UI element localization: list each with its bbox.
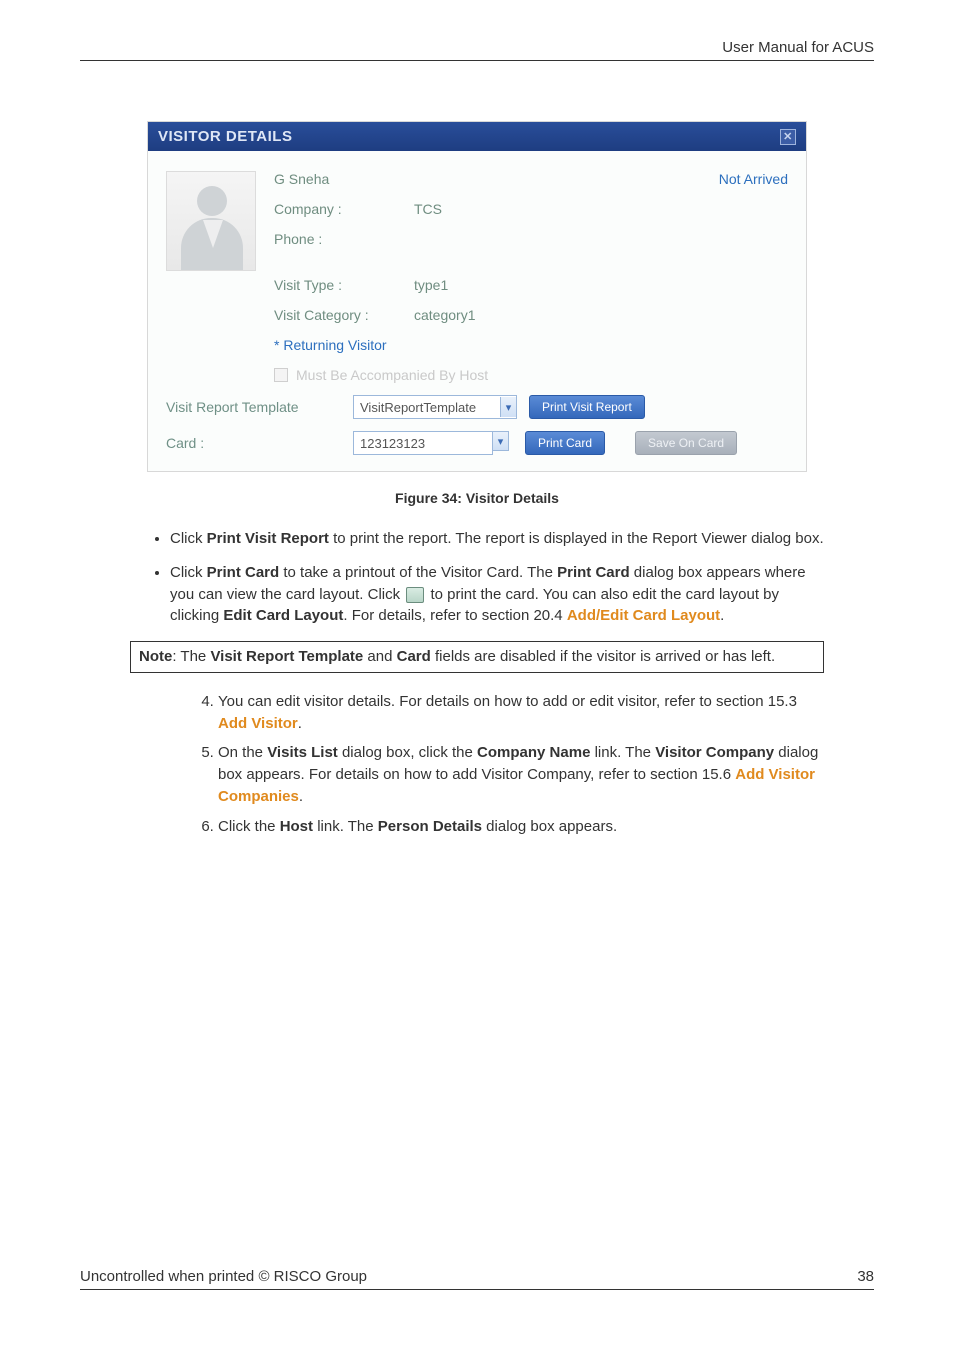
chevron-down-icon[interactable]: ▾ [493,431,509,451]
printer-icon [406,587,424,603]
card-input[interactable]: 123123123 [353,431,493,455]
visitor-details-dialog: VISITOR DETAILS ✕ G Sneha Not Arrived Co… [147,121,807,472]
figure-caption: Figure 34: Visitor Details [80,490,874,506]
visit-type-label: Visit Type : [274,277,414,293]
visit-type-value: type1 [414,277,448,293]
accompanied-label: Must Be Accompanied By Host [296,367,488,383]
status-badge: Not Arrived [719,171,788,187]
vrt-label: Visit Report Template [166,399,341,415]
company-label: Company : [274,201,414,217]
print-card-button[interactable]: Print Card [525,431,605,455]
card-label: Card : [166,435,341,451]
vrt-select[interactable]: VisitReportTemplate ▾ [353,395,517,419]
dialog-title: VISITOR DETAILS [158,128,292,145]
chevron-down-icon: ▾ [500,397,516,417]
company-value: TCS [414,201,442,217]
link-add-edit-card-layout[interactable]: Add/Edit Card Layout [567,607,720,624]
avatar [166,171,256,271]
vrt-select-value: VisitReportTemplate [360,400,476,415]
print-visit-report-button[interactable]: Print Visit Report [529,395,645,419]
step-item: Click the Host link. The Person Details … [218,816,824,838]
accompanied-checkbox[interactable] [274,368,288,382]
step-item: You can edit visitor details. For detail… [218,691,824,735]
link-add-visitor[interactable]: Add Visitor [218,715,298,732]
save-on-card-button[interactable]: Save On Card [635,431,737,455]
visit-category-label: Visit Category : [274,307,414,323]
phone-label: Phone : [274,231,414,247]
bullet-item: Click Print Visit Report to print the re… [170,528,824,550]
page-number: 38 [857,1268,874,1285]
dialog-titlebar: VISITOR DETAILS ✕ [148,122,806,151]
footer-left: Uncontrolled when printed © RISCO Group [80,1268,367,1285]
close-icon[interactable]: ✕ [780,129,796,145]
note-box: Note: The Visit Report Template and Card… [130,641,824,673]
visit-category-value: category1 [414,307,475,323]
bullet-item: Click Print Card to take a printout of t… [170,562,824,627]
returning-visitor-label: * Returning Visitor [274,337,788,353]
header-title: User Manual for ACUS [722,39,874,56]
step-item: On the Visits List dialog box, click the… [218,742,824,807]
visitor-name: G Sneha [274,171,719,187]
